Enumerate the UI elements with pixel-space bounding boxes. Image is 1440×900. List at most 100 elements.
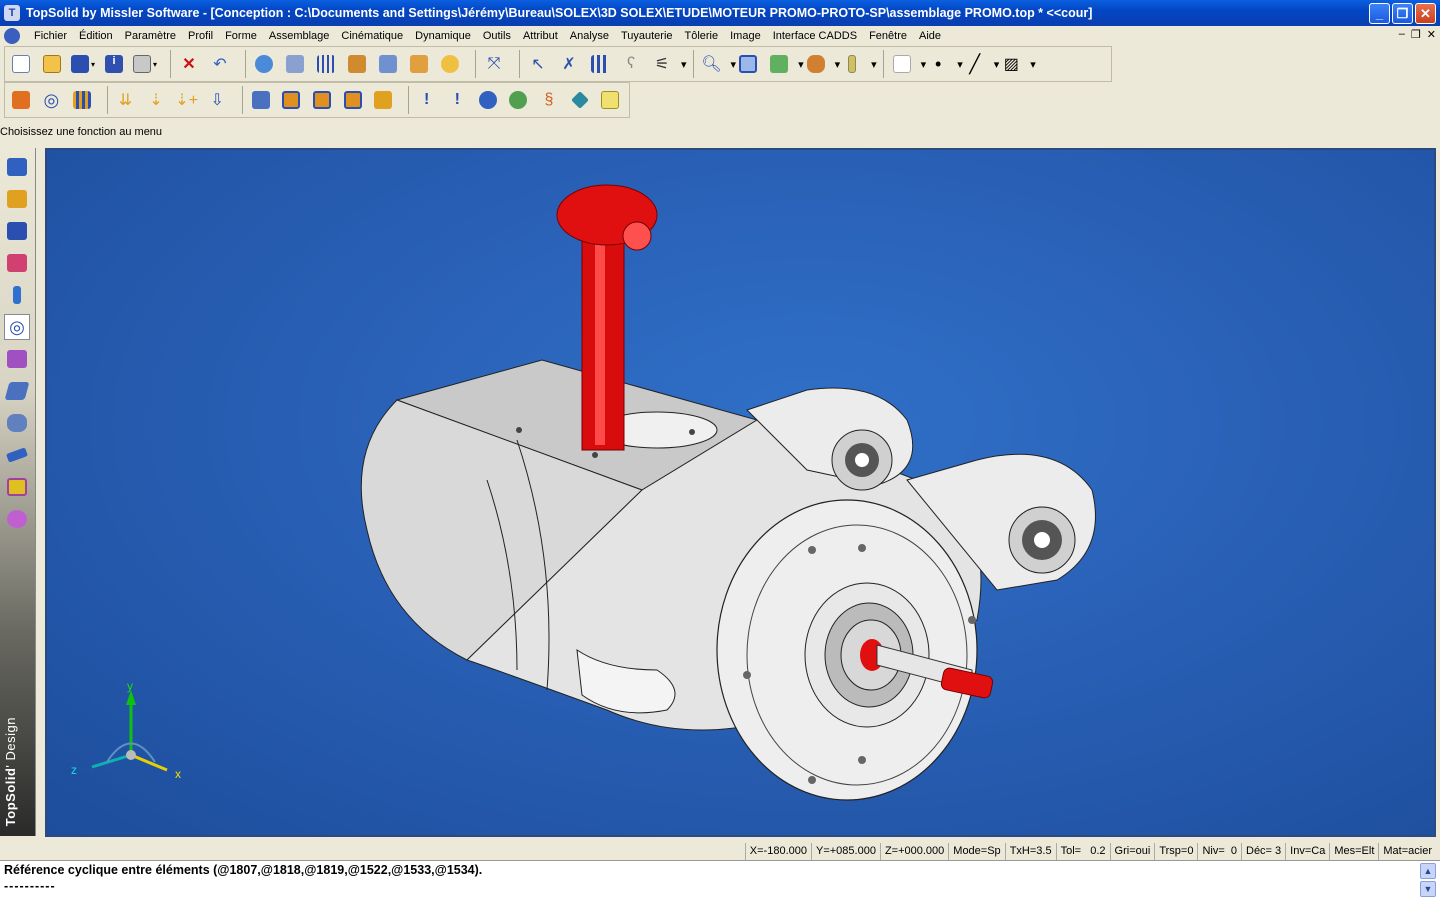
spring-icon[interactable]: § — [537, 88, 561, 112]
status-tolerance[interactable]: Tol= 0.2 — [1055, 843, 1110, 860]
menu-attribut[interactable]: Attribut — [517, 30, 564, 42]
menu-profil[interactable]: Profil — [182, 30, 219, 42]
zoom-fit-icon[interactable] — [736, 52, 760, 76]
sphere-icon[interactable] — [476, 88, 500, 112]
render-icon[interactable] — [283, 52, 307, 76]
refresh-icon[interactable] — [252, 52, 276, 76]
message-scrollbar[interactable]: ▲ ▼ — [1420, 863, 1436, 899]
cylinder-dropdown[interactable]: ▾ — [871, 58, 877, 71]
menu-tuyauterie[interactable]: Tuyauterie — [615, 30, 679, 42]
menu-image[interactable]: Image — [724, 30, 767, 42]
cylinder-icon[interactable] — [840, 52, 864, 76]
engine-body[interactable] — [360, 359, 1096, 801]
app-icon[interactable]: T — [4, 5, 20, 21]
status-text-height[interactable]: TxH=3.5 — [1004, 843, 1056, 860]
status-grid[interactable]: Gri=oui — [1109, 843, 1155, 860]
surface-icon[interactable] — [4, 250, 30, 276]
menu-aide[interactable]: Aide — [913, 30, 947, 42]
wrench-icon[interactable] — [376, 52, 400, 76]
model-view[interactable]: y x z — [47, 150, 1434, 835]
menu-parametre[interactable]: Paramètre — [119, 30, 182, 42]
menu-outils[interactable]: Outils — [477, 30, 517, 42]
point-style-icon[interactable]: • — [926, 52, 950, 76]
bolt-icon[interactable]: ⇣ — [144, 88, 168, 112]
kinematics-icon[interactable] — [4, 346, 30, 372]
menu-dynamique[interactable]: Dynamique — [409, 30, 477, 42]
align-axis-icon[interactable] — [341, 88, 365, 112]
save-icon[interactable]: ▾ — [71, 52, 95, 76]
pipe-icon[interactable] — [4, 410, 30, 436]
assembly-mode-icon[interactable]: ◎ — [4, 314, 30, 340]
columns-icon[interactable] — [588, 52, 612, 76]
status-decimals[interactable]: Déc= 3 — [1241, 843, 1285, 860]
hatch-dropdown[interactable]: ▾ — [1030, 58, 1036, 71]
pointer-icon[interactable]: ↖ — [526, 52, 550, 76]
note-icon[interactable] — [598, 88, 622, 112]
3d-viewport[interactable]: y x z — [45, 148, 1436, 837]
view-dropdown[interactable]: ▾ — [798, 58, 804, 71]
sketch-icon[interactable] — [4, 154, 30, 180]
status-transparency[interactable]: Trsp=0 — [1154, 843, 1197, 860]
render-sphere-icon[interactable] — [4, 506, 30, 532]
draw-icon[interactable] — [4, 186, 30, 212]
filter-dropdown[interactable]: ▾ — [681, 58, 687, 71]
exclaim-icon[interactable]: ! — [415, 88, 439, 112]
restore-button[interactable]: ❐ — [1392, 3, 1413, 24]
gem-icon[interactable] — [568, 88, 592, 112]
stack-icon[interactable] — [371, 88, 395, 112]
screw-icon[interactable]: ⇊ — [114, 88, 138, 112]
pen-icon[interactable] — [4, 282, 30, 308]
hatch-icon[interactable]: ▨ — [999, 52, 1023, 76]
globe-icon[interactable] — [507, 88, 531, 112]
document-icon[interactable] — [4, 28, 20, 44]
menu-cinematique[interactable]: Cinématique — [335, 30, 409, 42]
minimize-button[interactable]: _ — [1369, 3, 1390, 24]
delete-icon[interactable]: ✕ — [177, 52, 201, 76]
sliders-icon[interactable] — [314, 52, 338, 76]
new-file-icon[interactable] — [9, 52, 33, 76]
view-icon[interactable] — [767, 52, 791, 76]
bend-icon[interactable] — [4, 442, 30, 468]
scroll-up-button[interactable]: ▲ — [1420, 863, 1436, 879]
status-mode[interactable]: Mode=Sp — [948, 843, 1004, 860]
pin-icon[interactable]: ⇩ — [205, 88, 229, 112]
menu-interface-cadds[interactable]: Interface CADDS — [767, 30, 863, 42]
tools-icon[interactable] — [407, 52, 431, 76]
info-icon[interactable]: i — [102, 52, 126, 76]
solid-icon[interactable] — [4, 218, 30, 244]
select-icon[interactable]: ⤧ — [482, 52, 506, 76]
menu-assemblage[interactable]: Assemblage — [263, 30, 336, 42]
measure-icon[interactable] — [438, 52, 462, 76]
menu-fichier[interactable]: Fichier — [28, 30, 73, 42]
line-style-icon[interactable]: ╱ — [963, 52, 987, 76]
hook-icon[interactable]: ʕ — [619, 52, 643, 76]
fold-icon[interactable] — [4, 474, 30, 500]
ring-icon[interactable]: ◎ — [40, 88, 64, 112]
status-material[interactable]: Mat=acier — [1378, 843, 1436, 860]
hammer-icon[interactable] — [345, 52, 369, 76]
bars-icon[interactable] — [70, 88, 94, 112]
menu-analyse[interactable]: Analyse — [564, 30, 615, 42]
close-button[interactable]: ✕ — [1415, 3, 1436, 24]
glasses-icon[interactable] — [804, 52, 828, 76]
mdi-close-button[interactable]: ✕ — [1427, 28, 1436, 41]
menu-tolerie[interactable]: Tôlerie — [679, 30, 725, 42]
menu-fenetre[interactable]: Fenêtre — [863, 30, 913, 42]
zoom-icon[interactable]: 🔍︎ — [700, 52, 724, 76]
color-swatch[interactable] — [890, 52, 914, 76]
undo-icon[interactable]: ↶ — [208, 52, 232, 76]
menu-forme[interactable]: Forme — [219, 30, 263, 42]
cross-pointer-icon[interactable]: ✗ — [557, 52, 581, 76]
status-inv[interactable]: Inv=Ca — [1285, 843, 1329, 860]
joint-icon[interactable] — [249, 88, 273, 112]
sheet-icon[interactable] — [4, 378, 30, 404]
align-center-icon[interactable] — [310, 88, 334, 112]
exclaim-alt-icon[interactable]: ! — [445, 88, 469, 112]
menu-edition[interactable]: Édition — [73, 30, 119, 42]
scroll-down-button[interactable]: ▼ — [1420, 881, 1436, 897]
status-measure[interactable]: Mes=Elt — [1329, 843, 1378, 860]
mdi-minimize-button[interactable]: – — [1399, 28, 1405, 41]
open-folder-icon[interactable] — [40, 52, 64, 76]
part-icon[interactable] — [9, 88, 33, 112]
status-level[interactable]: Niv= 0 — [1197, 843, 1241, 860]
